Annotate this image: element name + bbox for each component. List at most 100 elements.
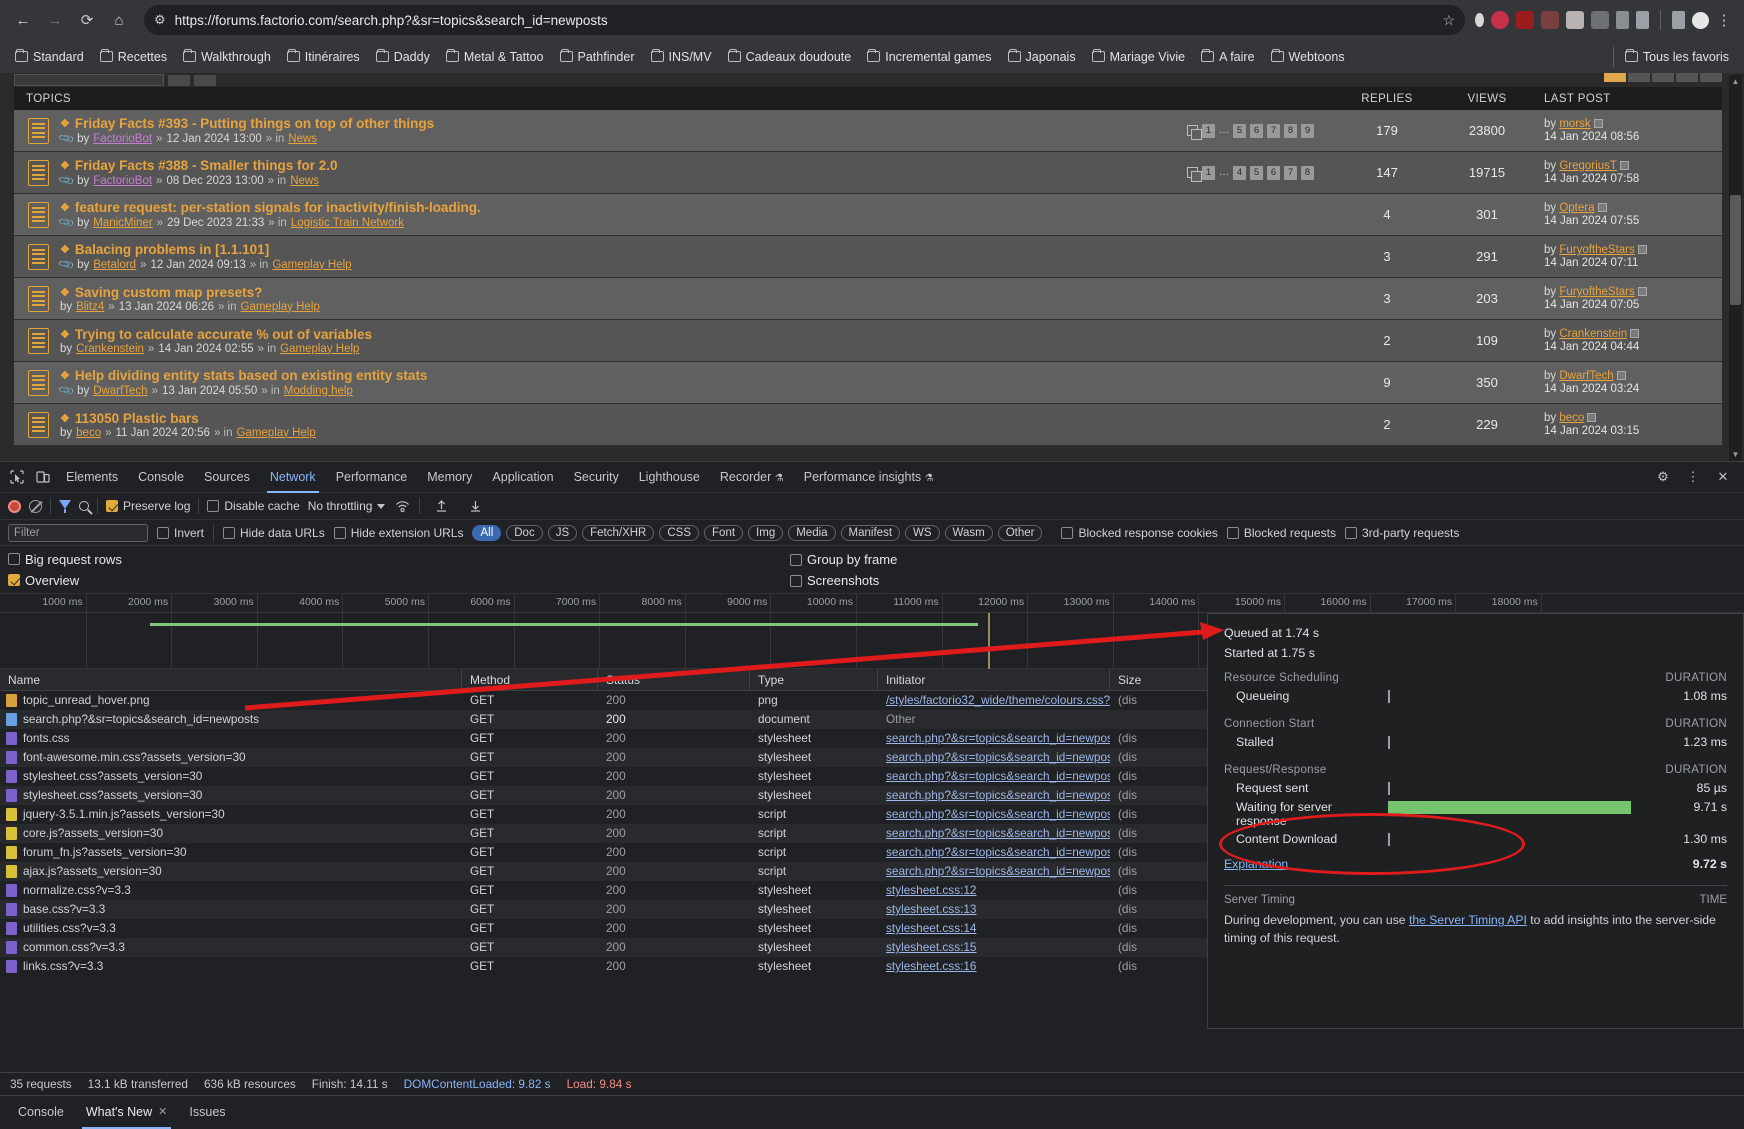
filter-chip-ws[interactable]: WS (905, 524, 940, 541)
bookmark-item[interactable]: A faire (1194, 47, 1261, 67)
initiator-link[interactable]: search.php?&sr=topics&search_id=newposts… (886, 826, 1110, 840)
topic-title[interactable]: ❖ Balacing problems in [1.1.101] (60, 242, 352, 257)
search-input[interactable] (14, 74, 164, 86)
close-icon[interactable]: ✕ (1710, 464, 1736, 490)
goto-last-post-icon[interactable] (1587, 413, 1597, 422)
request-name[interactable]: common.css?v=3.3 (0, 938, 462, 957)
bookmark-item[interactable]: INS/MV (644, 47, 719, 67)
inspect-element-icon[interactable] (4, 464, 30, 490)
last-post-author-link[interactable]: FuryoftheStars (1559, 286, 1634, 298)
request-name[interactable]: forum_fn.js?assets_version=30 (0, 843, 462, 862)
initiator-link[interactable]: search.php?&sr=topics&search_id=newposts… (886, 864, 1110, 878)
table-row[interactable]: ❖ feature request: per-station signals fo… (14, 194, 1722, 236)
reload-icon[interactable]: ⟳ (72, 5, 102, 35)
request-name[interactable]: ajax.js?assets_version=30 (0, 862, 462, 881)
pagination-page[interactable]: 5 (1250, 165, 1263, 180)
gear-icon[interactable]: ⚙ (1650, 464, 1676, 490)
bookmark-star-icon[interactable]: ☆ (1442, 12, 1455, 29)
initiator-link[interactable]: stylesheet.css:15 (886, 940, 977, 954)
record-stop-icon[interactable] (8, 499, 21, 513)
last-post-author-link[interactable]: Optera (1559, 202, 1594, 214)
filter-input[interactable]: Filter (8, 523, 148, 542)
table-row[interactable]: ❖ 113050 Plastic bars by beco» 11 Jan 2024 … (14, 404, 1722, 446)
bookmark-item[interactable]: Daddy (369, 47, 437, 67)
request-name[interactable]: utilities.css?v=3.3 (0, 919, 462, 938)
goto-last-post-icon[interactable] (1637, 287, 1647, 296)
topic-title[interactable]: ❖ Friday Facts #393 - Putting things on t… (60, 116, 434, 131)
bookmark-item[interactable]: Walkthrough (176, 47, 278, 67)
overview-checkbox[interactable]: Overview (8, 573, 122, 588)
last-post-author-link[interactable]: DwarfTech (1559, 370, 1613, 382)
import-har-icon[interactable] (428, 493, 454, 519)
topic-title[interactable]: ❖ Trying to calculate accurate % out of v… (60, 327, 372, 342)
filter-chip-manifest[interactable]: Manifest (840, 524, 901, 541)
bookmark-item[interactable]: Cadeaux doudoute (721, 47, 859, 67)
table-row[interactable]: ❖ Friday Facts #388 - Smaller things for … (14, 152, 1722, 194)
third-party-requests-checkbox[interactable]: 3rd-party requests (1344, 526, 1459, 540)
pagination-page[interactable]: 8 (1301, 165, 1314, 180)
extension-icon-4[interactable] (1541, 11, 1559, 29)
pagination-page[interactable]: 1 (1202, 123, 1215, 138)
tab-recorder[interactable]: Recorder ⚗ (710, 462, 794, 493)
back-arrow-icon[interactable]: ← (8, 5, 38, 35)
extension-icon-6[interactable] (1591, 11, 1609, 29)
request-name[interactable]: stylesheet.css?assets_version=30 (0, 786, 462, 805)
initiator-link[interactable]: search.php?&sr=topics&search_id=newposts… (886, 845, 1110, 859)
topic-forum-link[interactable]: News (288, 133, 317, 145)
search-options-button[interactable] (194, 74, 216, 86)
initiator-link[interactable]: stylesheet.css:13 (886, 902, 977, 916)
group-by-frame-checkbox[interactable]: Group by frame (790, 552, 897, 567)
topic-forum-link[interactable]: News (290, 175, 319, 187)
topic-forum-link[interactable]: Gameplay Help (241, 301, 320, 313)
request-name[interactable]: normalize.css?v=3.3 (0, 881, 462, 900)
initiator-link[interactable]: stylesheet.css:16 (886, 959, 977, 973)
site-settings-icon[interactable]: ⚙ (154, 12, 166, 28)
bookmark-item-all-bookmarks[interactable]: Tous les favoris (1618, 47, 1736, 67)
search-button[interactable] (168, 74, 190, 86)
topic-forum-link[interactable]: Gameplay Help (280, 343, 359, 355)
pagination-page[interactable]: 9 (1301, 123, 1314, 138)
filter-chip-js[interactable]: JS (547, 524, 578, 541)
kebab-menu-icon[interactable]: ⋮ (1716, 5, 1732, 35)
device-toolbar-icon[interactable] (30, 464, 56, 490)
export-har-icon[interactable] (462, 493, 488, 519)
last-post-author-link[interactable]: GregoriusT (1559, 160, 1617, 172)
bookmark-item[interactable]: Japonais (1001, 47, 1083, 67)
search-icon[interactable] (79, 501, 89, 511)
initiator-link[interactable]: stylesheet.css:14 (886, 921, 977, 935)
initiator-link[interactable]: search.php?&sr=topics&search_id=newposts… (886, 807, 1110, 821)
server-timing-api-link[interactable]: the Server Timing API (1409, 913, 1527, 927)
extension-icon-7[interactable] (1616, 11, 1629, 29)
topic-author-link[interactable]: Crankenstein (76, 343, 144, 355)
filter-chip-doc[interactable]: Doc (506, 524, 543, 541)
goto-last-post-icon[interactable] (1630, 329, 1640, 338)
pagination-page[interactable]: 6 (1267, 165, 1280, 180)
filter-chip-font[interactable]: Font (704, 524, 744, 541)
table-row[interactable]: ❖ Trying to calculate accurate % out of v… (14, 320, 1722, 362)
close-icon[interactable]: ✕ (158, 1096, 167, 1129)
bookmark-item[interactable]: Standard (8, 47, 91, 67)
page-scrollbar[interactable]: ▲ ▼ (1729, 75, 1742, 461)
pagination-page[interactable]: 6 (1250, 123, 1263, 138)
column-header-method[interactable]: Method (462, 668, 598, 691)
hide-extension-urls-checkbox[interactable]: Hide extension URLs (333, 526, 463, 540)
tab-security[interactable]: Security (564, 462, 629, 493)
topic-author-link[interactable]: FactorioBot (93, 133, 152, 145)
filter-chip-img[interactable]: Img (748, 524, 784, 541)
last-post-author-link[interactable]: beco (1559, 412, 1584, 424)
request-name[interactable]: topic_unread_hover.png (0, 691, 462, 710)
tab-performance[interactable]: Performance (326, 462, 418, 493)
tab-network[interactable]: Network (260, 462, 326, 493)
table-row[interactable]: ❖ Saving custom map presets? by Blitz4 » 13 … (14, 278, 1722, 320)
goto-last-post-icon[interactable] (1593, 119, 1603, 128)
column-header-initiator[interactable]: Initiator (878, 668, 1110, 691)
drawer-tab-console[interactable]: Console (8, 1096, 74, 1129)
extension-icon-1[interactable] (1475, 13, 1484, 27)
topic-author-link[interactable]: Betalord (93, 259, 136, 271)
initiator-link[interactable]: /styles/factorio32_wide/theme/colours.cs… (886, 693, 1110, 707)
topic-author-link[interactable]: DwarfTech (93, 385, 147, 397)
extension-icon-8[interactable] (1636, 11, 1649, 29)
topic-title[interactable]: ❖ Help dividing entity stats based on exi… (60, 368, 427, 383)
topic-title[interactable]: ❖ 113050 Plastic bars (60, 411, 316, 426)
filter-chip-wasm[interactable]: Wasm (944, 524, 993, 541)
